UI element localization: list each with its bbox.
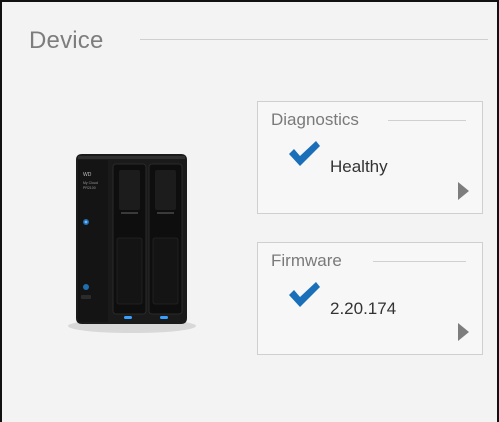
checkmark-icon bbox=[289, 141, 320, 166]
firmware-card[interactable]: Firmware 2.20.174 bbox=[257, 242, 483, 355]
diagnostics-status: Healthy bbox=[330, 157, 388, 176]
diagnostics-title: Diagnostics bbox=[271, 110, 359, 129]
diagnostics-arrow-icon[interactable] bbox=[458, 182, 469, 200]
firmware-version: 2.20.174 bbox=[330, 299, 397, 318]
nas-device-image: WD My Cloud PR2100 bbox=[68, 154, 196, 333]
diagnostics-divider bbox=[388, 120, 466, 121]
firmware-divider bbox=[373, 261, 466, 262]
device-panel: Device WD My Cloud PR2100 Diagnostics He… bbox=[0, 0, 499, 422]
title-divider bbox=[140, 39, 488, 40]
model-label: My Cloud bbox=[83, 181, 98, 185]
firmware-arrow-icon[interactable] bbox=[458, 323, 469, 341]
firmware-title: Firmware bbox=[271, 251, 342, 270]
submodel-label: PR2100 bbox=[83, 186, 96, 190]
diagnostics-card[interactable]: Diagnostics Healthy bbox=[257, 101, 483, 214]
checkmark-icon bbox=[289, 282, 320, 307]
brand-label: WD bbox=[83, 172, 92, 178]
panel-title: Device bbox=[29, 27, 104, 54]
